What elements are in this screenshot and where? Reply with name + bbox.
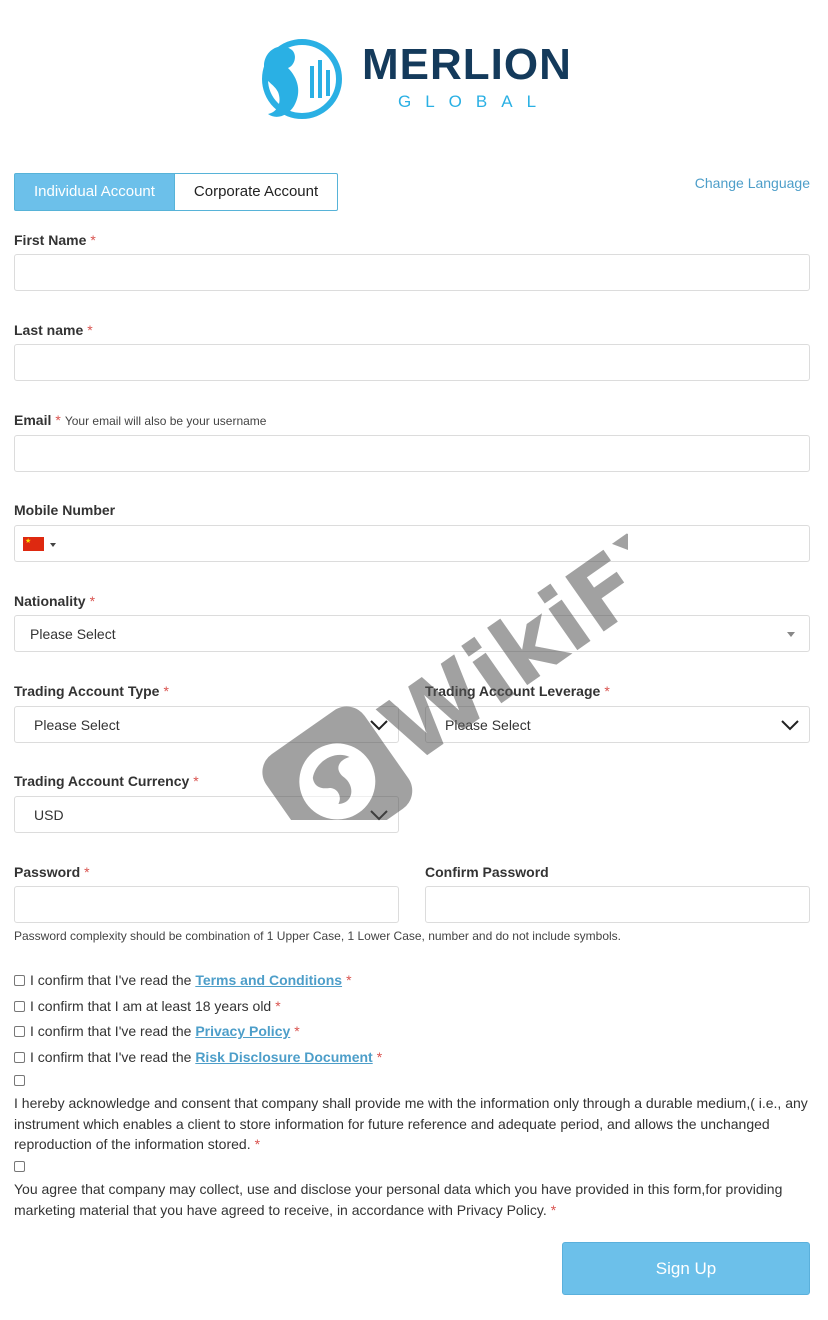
nationality-label: Nationality * <box>14 592 95 610</box>
risk-consent-text: I confirm that I've read the <box>30 1049 192 1065</box>
caret-down-icon <box>787 632 795 637</box>
required-mark: * <box>193 773 199 789</box>
wikifx-watermark: WikiFX <box>262 520 628 820</box>
required-mark: * <box>376 1049 383 1065</box>
privacy-consent-text: I confirm that I've read the <box>30 1023 192 1039</box>
durable-medium-consent-text: I hereby acknowledge and consent that co… <box>14 1093 814 1155</box>
trading-account-currency-label-text: Trading Account Currency <box>14 773 190 789</box>
terms-consent-row: I confirm that I've read the Terms and C… <box>14 972 352 988</box>
first-name-label: First Name * <box>14 231 96 249</box>
risk-disclosure-link[interactable]: Risk Disclosure Document <box>195 1049 372 1065</box>
tab-individual-account[interactable]: Individual Account <box>14 173 175 211</box>
durable-medium-text: I hereby acknowledge and consent that co… <box>14 1095 808 1152</box>
required-mark: * <box>254 1136 261 1152</box>
last-name-label-text: Last name <box>14 322 84 338</box>
required-mark: * <box>84 864 90 880</box>
age-checkbox[interactable] <box>14 1000 25 1012</box>
trading-account-currency-label: Trading Account Currency * <box>14 772 199 790</box>
chevron-down-icon <box>370 810 388 821</box>
password-complexity-note: Password complexity should be combinatio… <box>14 929 621 943</box>
privacy-consent-row: I confirm that I've read the Privacy Pol… <box>14 1023 300 1039</box>
email-input[interactable] <box>14 435 810 472</box>
mobile-number-input[interactable]: ★ <box>14 525 810 562</box>
password-label-text: Password <box>14 864 81 880</box>
last-name-label: Last name * <box>14 321 93 339</box>
required-mark: * <box>55 412 61 428</box>
chevron-down-icon <box>370 720 388 731</box>
trading-account-leverage-label-text: Trading Account Leverage <box>425 683 601 699</box>
trading-account-type-label-text: Trading Account Type <box>14 683 160 699</box>
password-input[interactable] <box>14 886 399 923</box>
mobile-number-label: Mobile Number <box>14 502 116 518</box>
trading-account-currency-selected-value: USD <box>34 807 64 823</box>
merlion-emblem-icon <box>262 39 342 119</box>
durable-medium-checkbox[interactable] <box>14 1075 25 1086</box>
required-mark: * <box>294 1023 300 1039</box>
required-mark: * <box>275 998 281 1014</box>
email-hint: Your email will also be your username <box>64 414 267 428</box>
required-mark: * <box>550 1201 557 1218</box>
first-name-label-text: First Name <box>14 232 87 248</box>
china-flag-icon[interactable]: ★ <box>23 537 44 551</box>
trading-account-currency-select[interactable]: USD <box>14 796 399 833</box>
marketing-consent-text: You agree that company may collect, use … <box>14 1179 814 1220</box>
change-language-link[interactable]: Change Language <box>695 175 810 191</box>
first-name-input[interactable] <box>14 254 810 291</box>
marketing-checkbox[interactable] <box>14 1161 25 1172</box>
nationality-label-text: Nationality <box>14 593 86 609</box>
logo-wordmark: MERLION <box>362 40 572 89</box>
trading-account-leverage-selected-value: Please Select <box>445 717 531 733</box>
trading-account-type-selected-value: Please Select <box>34 717 120 733</box>
terms-consent-text: I confirm that I've read the <box>30 972 192 988</box>
required-mark: * <box>604 683 610 699</box>
trading-account-leverage-select[interactable]: Please Select <box>425 706 810 743</box>
account-type-tabs: Individual Account Corporate Account <box>14 173 339 211</box>
terms-checkbox[interactable] <box>14 974 25 986</box>
required-mark: * <box>90 232 96 248</box>
merlion-logo: MERLION GLOBAL <box>258 32 571 128</box>
confirm-password-input[interactable] <box>425 886 810 923</box>
risk-consent-row: I confirm that I've read the Risk Disclo… <box>14 1049 382 1065</box>
required-mark: * <box>163 683 169 699</box>
confirm-password-label: Confirm Password <box>425 864 549 880</box>
sign-up-button[interactable]: Sign Up <box>562 1242 810 1295</box>
risk-checkbox[interactable] <box>14 1051 25 1063</box>
marketing-text: You agree that company may collect, use … <box>14 1181 783 1218</box>
trading-account-leverage-label: Trading Account Leverage * <box>425 682 610 700</box>
nationality-select[interactable]: Please Select <box>14 615 810 652</box>
email-label-text: Email <box>14 412 52 428</box>
terms-and-conditions-link[interactable]: Terms and Conditions <box>195 972 342 988</box>
country-dropdown-caret-icon[interactable] <box>50 543 56 547</box>
required-mark: * <box>87 322 93 338</box>
logo-subtitle: GLOBAL <box>398 92 551 111</box>
password-label: Password * <box>14 863 90 881</box>
nationality-selected-value: Please Select <box>30 626 116 642</box>
trading-account-type-label: Trading Account Type * <box>14 682 169 700</box>
privacy-checkbox[interactable] <box>14 1025 25 1037</box>
trading-account-type-select[interactable]: Please Select <box>14 706 399 743</box>
chevron-down-icon <box>781 720 799 731</box>
required-mark: * <box>346 972 352 988</box>
last-name-input[interactable] <box>14 344 810 381</box>
privacy-policy-link[interactable]: Privacy Policy <box>195 1023 290 1039</box>
tab-corporate-account[interactable]: Corporate Account <box>174 173 339 211</box>
age-consent-text: I confirm that I am at least 18 years ol… <box>30 998 272 1014</box>
flag-star-icon: ★ <box>25 538 32 545</box>
email-label: Email * Your email will also be your usern… <box>14 411 266 430</box>
required-mark: * <box>89 593 96 609</box>
age-consent-row: I confirm that I am at least 18 years ol… <box>14 998 281 1014</box>
